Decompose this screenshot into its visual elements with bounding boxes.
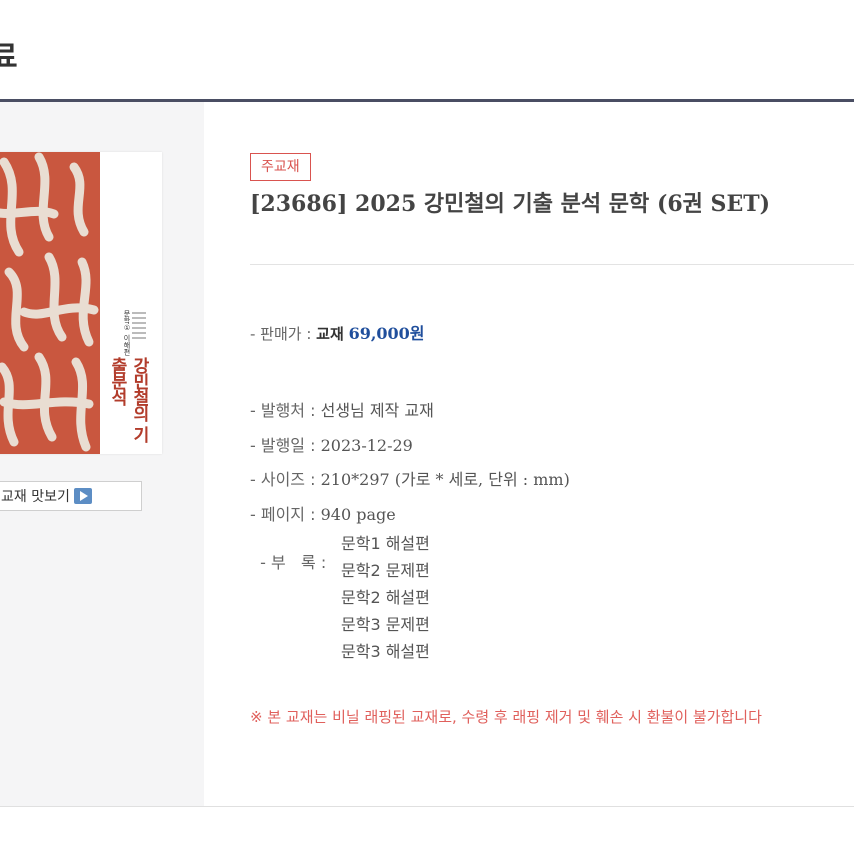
title-divider <box>250 264 854 265</box>
publisher-row: - 발행처 : 선생님 제작 교재 <box>250 397 434 421</box>
pages-value: 940 page <box>320 505 396 524</box>
size-value: 210*297 (가로 * 세로, 단위 : mm) <box>320 470 570 489</box>
book-cover-image[interactable]: 문학① 이해편 강민철의 기출분석 <box>0 152 162 454</box>
price-type: 교재 <box>316 325 344 343</box>
pages-label: - 페이지 : <box>250 505 321 524</box>
date-value: 2023-12-29 <box>320 436 413 455</box>
appendix-item: 문학2 해설편 <box>341 588 430 607</box>
bottom-divider <box>0 806 854 807</box>
product-title: [23686] 2025 강민철의 기출 분석 문학 (6권 SET) <box>250 191 770 217</box>
play-icon <box>73 488 92 504</box>
appendix-row: - 부 록 : <box>250 530 326 573</box>
cover-artwork <box>0 152 100 454</box>
page-title: 료 <box>0 40 18 75</box>
appendix-label: - 부 록 : <box>260 553 327 572</box>
main-textbook-badge: 주교재 <box>250 153 311 181</box>
price-label: - 판매가 : <box>250 325 317 343</box>
publisher-label: - 발행처 : <box>250 401 321 420</box>
size-row: - 사이즈 : 210*297 (가로 * 세로, 단위 : mm) <box>250 466 570 490</box>
page-header: 료 <box>0 0 854 102</box>
price-row: - 판매가 : 교재 69,000원 <box>250 320 425 344</box>
cover-fine-print <box>132 312 146 342</box>
publisher-value: 선생님 제작 교재 <box>320 401 434 420</box>
preview-button[interactable]: 교재 맛보기 <box>0 481 142 511</box>
preview-label: 교재 맛보기 <box>1 489 70 505</box>
size-label: - 사이즈 : <box>250 470 321 489</box>
price-amount: 69,000원 <box>348 324 425 343</box>
appendix-item: 문학3 문제편 <box>341 615 430 634</box>
appendix-item: 문학1 해설편 <box>341 534 430 553</box>
date-label: - 발행일 : <box>250 436 321 455</box>
refund-notice: ※ 본 교재는 비닐 래핑된 교재로, 수령 후 래핑 제거 및 훼손 시 환불… <box>250 708 762 726</box>
date-row: - 발행일 : 2023-12-29 <box>250 432 413 456</box>
appendix-item: 문학3 해설편 <box>341 642 430 661</box>
appendix-item: 문학2 문제편 <box>341 561 430 580</box>
cover-title: 강민철의 기출분석 <box>107 357 149 442</box>
cover-subtitle: 문학① 이해편 <box>123 310 131 356</box>
pages-row: - 페이지 : 940 page <box>250 501 396 525</box>
